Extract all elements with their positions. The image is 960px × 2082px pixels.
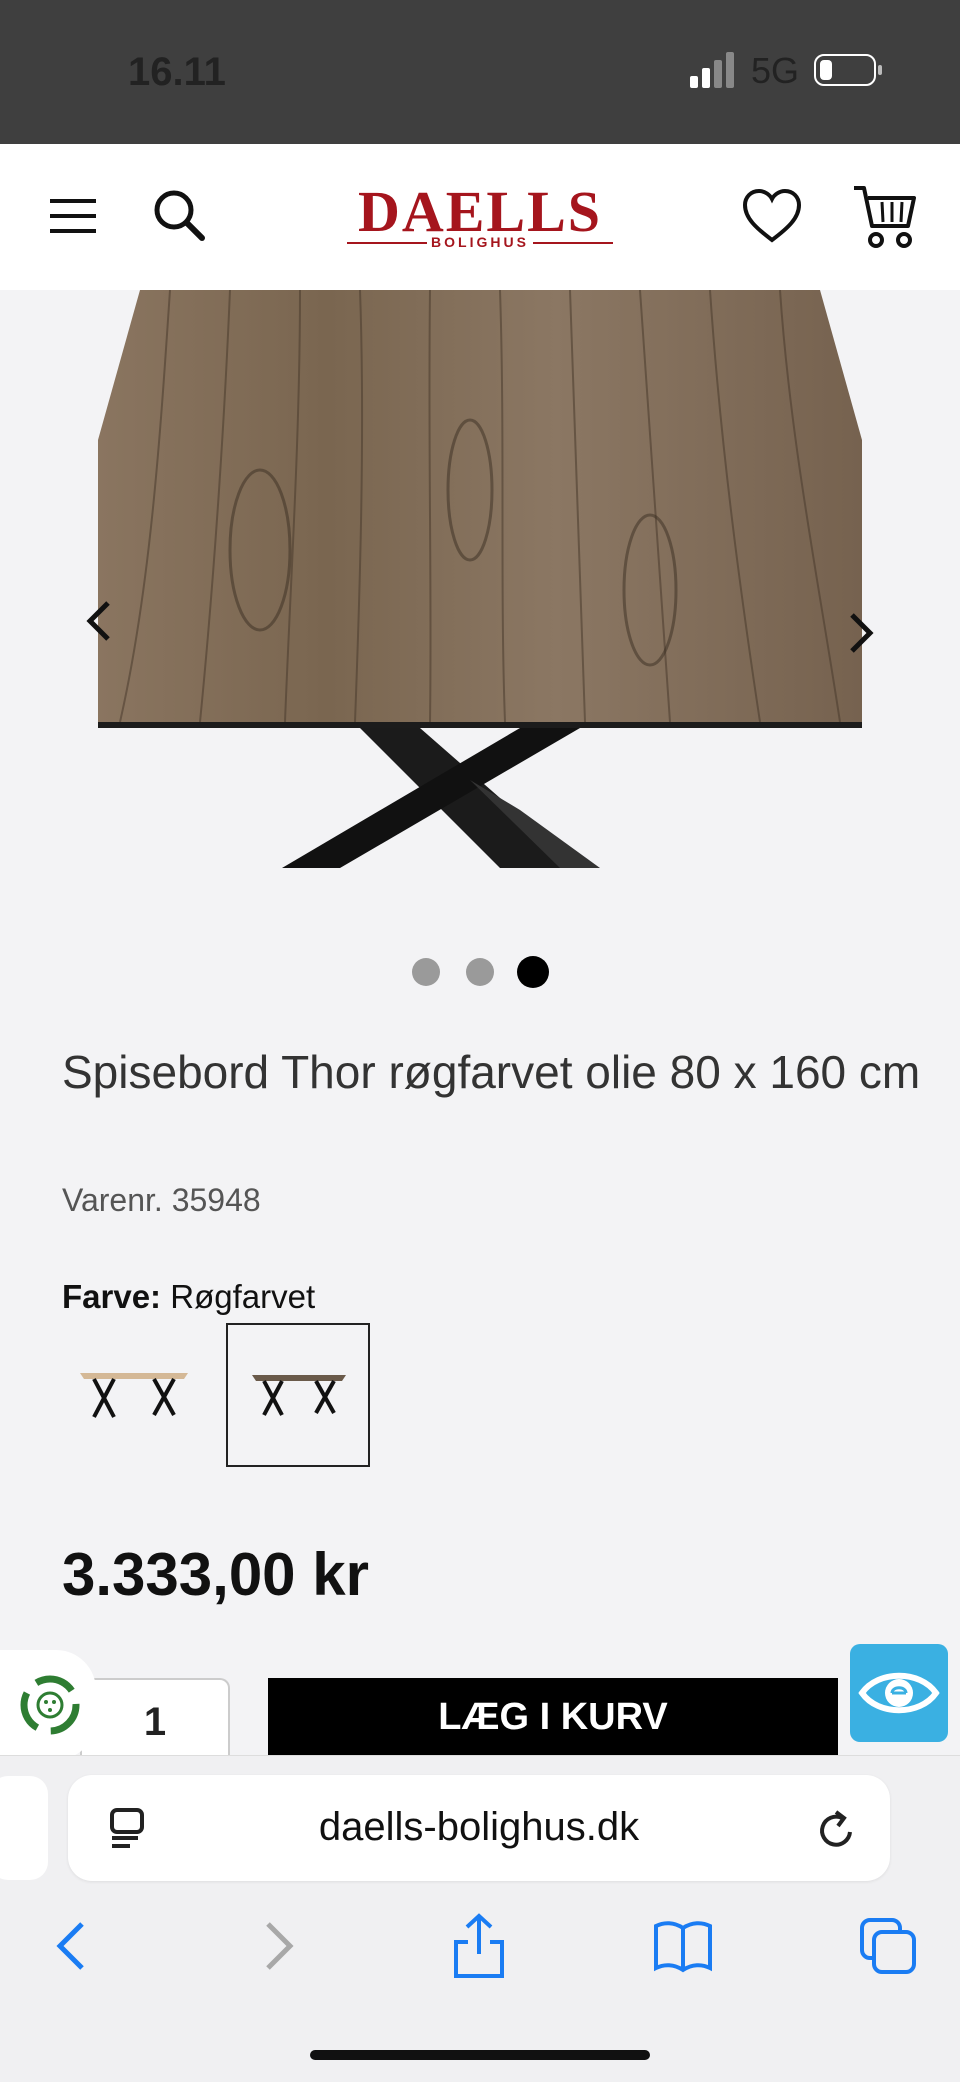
reload-icon[interactable]	[816, 1808, 858, 1852]
previous-tab-preview[interactable]	[0, 1776, 48, 1880]
carousel-next-arrow[interactable]	[846, 600, 876, 669]
color-selector-label: Farve: Røgfarvet	[62, 1278, 315, 1316]
carousel-dot-3[interactable]	[517, 956, 549, 988]
product-image-carousel[interactable]	[0, 290, 960, 868]
eye-icon	[858, 1672, 940, 1714]
battery-icon	[814, 54, 882, 86]
product-price: 3.333,00 kr	[62, 1541, 369, 1608]
color-swatch-natural[interactable]	[62, 1323, 206, 1467]
add-to-cart-button[interactable]: LÆG I KURV	[268, 1678, 838, 1756]
tabs-icon[interactable]	[858, 1916, 918, 1976]
product-title: Spisebord Thor røgfarvet olie 80 x 160 c…	[62, 1046, 921, 1098]
heart-icon[interactable]	[742, 188, 802, 244]
color-label: Farve:	[62, 1278, 162, 1315]
product-sku: Varenr. 35948	[62, 1182, 261, 1218]
url-text[interactable]: daells-bolighus.dk	[68, 1805, 890, 1850]
bookmarks-icon[interactable]	[652, 1918, 714, 1974]
product-image	[98, 290, 862, 868]
carousel-dot-1[interactable]	[412, 958, 440, 986]
hamburger-menu-icon[interactable]	[50, 198, 96, 234]
cart-icon[interactable]	[852, 184, 918, 250]
back-icon[interactable]	[52, 1918, 92, 1974]
recycle-icon	[20, 1675, 80, 1735]
carousel-prev-arrow[interactable]	[84, 588, 114, 657]
accessibility-button[interactable]	[850, 1644, 948, 1742]
color-value: Røgfarvet	[170, 1278, 316, 1315]
forward-icon[interactable]	[258, 1918, 298, 1974]
share-icon[interactable]	[450, 1912, 508, 1980]
logo-subtitle: BOLIGHUS	[431, 234, 529, 250]
search-icon[interactable]	[152, 188, 206, 242]
network-type: 5G	[751, 50, 800, 91]
color-swatch-smoked[interactable]	[226, 1323, 370, 1467]
quantity-input[interactable]: 1	[80, 1678, 230, 1758]
carousel-dot-2[interactable]	[466, 958, 494, 986]
home-indicator	[310, 2050, 650, 2060]
signal-icon	[690, 52, 734, 88]
status-time: 16.11	[128, 50, 226, 94]
sustainability-badge[interactable]	[0, 1650, 96, 1760]
